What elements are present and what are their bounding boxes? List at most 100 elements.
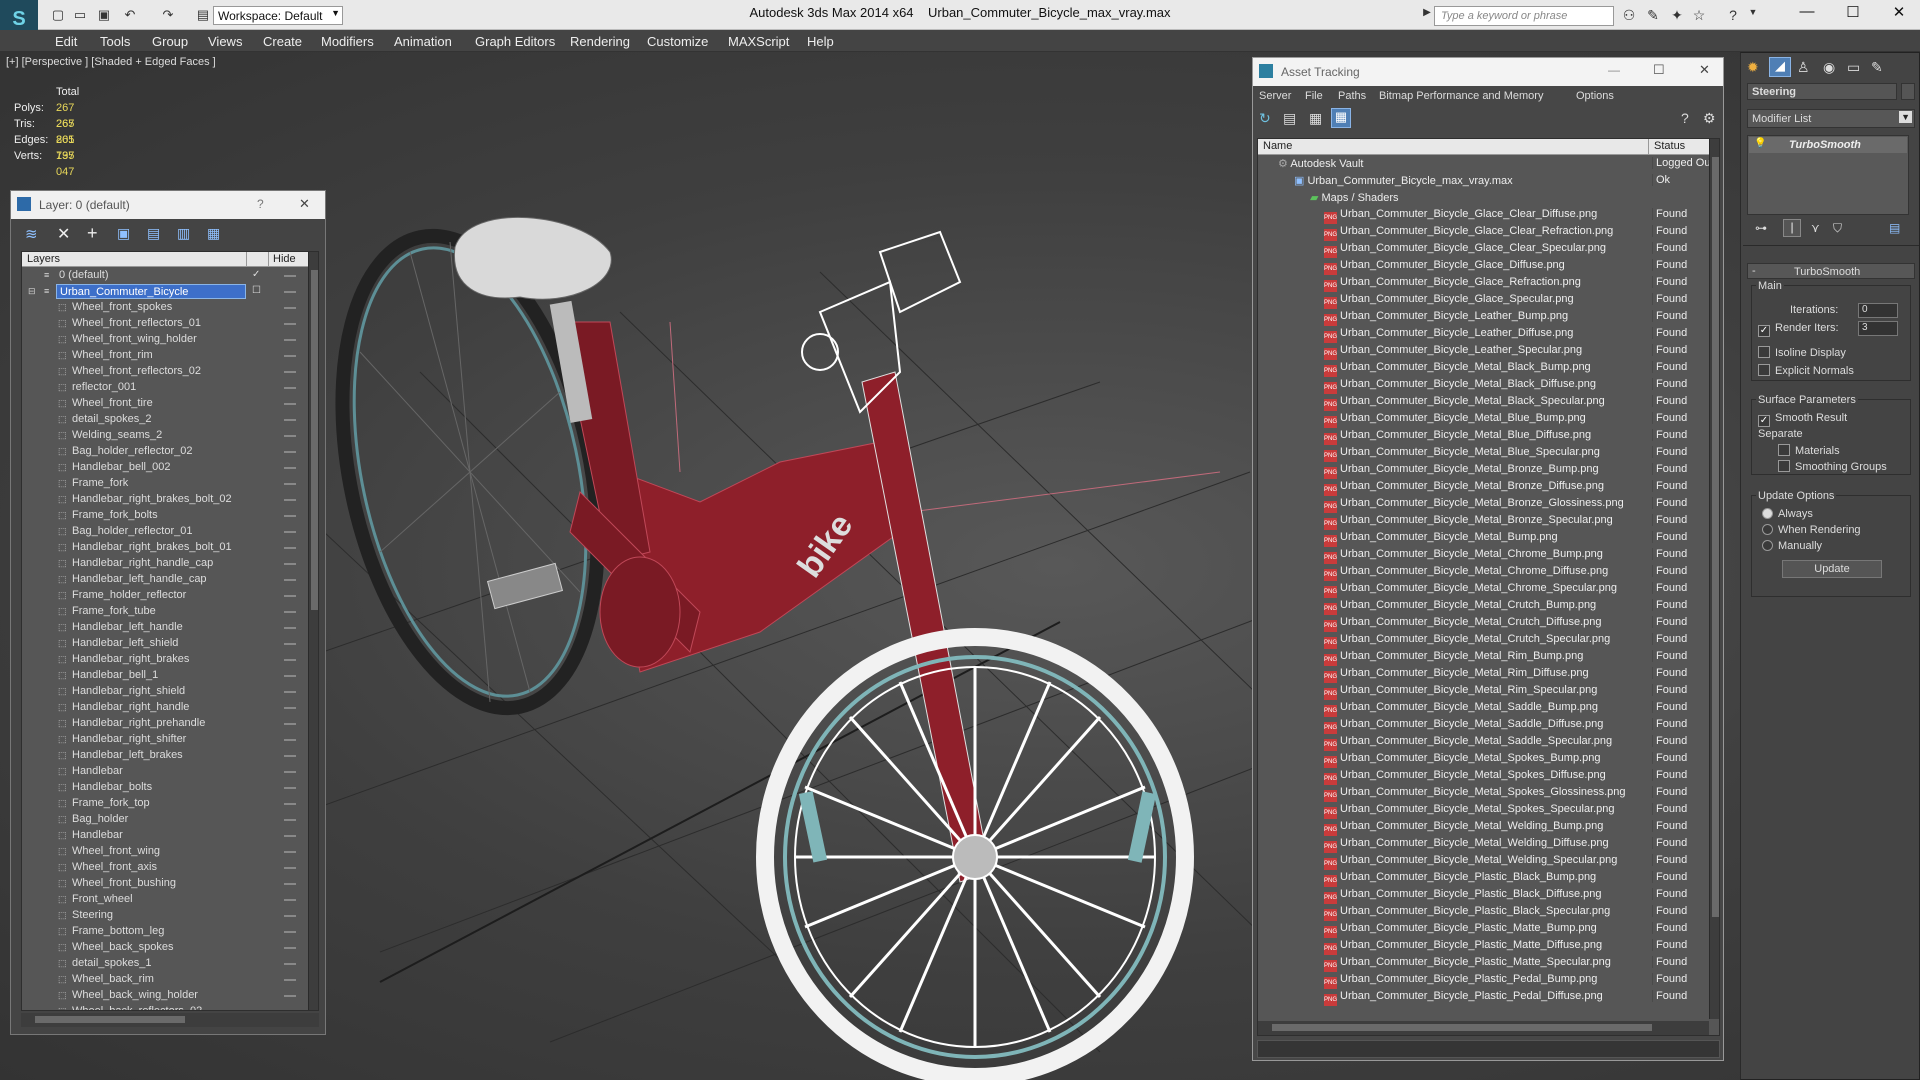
object-name[interactable]: Frame_fork [72, 477, 128, 489]
help-icon[interactable]: ? [257, 197, 264, 211]
hide-toggle[interactable] [284, 595, 296, 597]
hide-toggle[interactable] [284, 643, 296, 645]
close-icon[interactable]: ✕ [1699, 62, 1710, 78]
map-row[interactable]: PNG Urban_Commuter_Bicycle_Metal_Black_Sp… [1258, 394, 1719, 411]
delete-layer-icon[interactable]: ✕ [57, 224, 70, 244]
object-row[interactable]: ⬚ Handlebar_right_brakes_bolt_02 [22, 492, 308, 509]
when-rendering-radio[interactable]: When Rendering [1762, 524, 1861, 536]
hide-toggle[interactable] [284, 995, 296, 997]
modifier-list-dropdown[interactable]: Modifier List ▼ [1747, 109, 1915, 128]
add-to-layer-icon[interactable]: + [87, 223, 98, 244]
project-folder-icon[interactable]: ▤ [195, 7, 211, 23]
highlight-layer-icon[interactable]: ▤ [147, 225, 160, 242]
object-row[interactable]: ⬚ Wheel_front_wing_holder [22, 332, 308, 349]
object-name[interactable]: Wheel_front_reflectors_01 [72, 317, 201, 329]
menu-animation[interactable]: Animation [394, 34, 452, 49]
maximize-icon[interactable]: ☐ [1838, 3, 1868, 21]
column-name[interactable]: Name [1263, 140, 1292, 152]
object-row[interactable]: ⬚ Bag_holder_reflector_02 [22, 444, 308, 461]
map-row[interactable]: PNG Urban_Commuter_Bicycle_Metal_Welding_… [1258, 836, 1719, 853]
layer-vertical-scrollbar[interactable] [308, 252, 318, 1010]
object-name[interactable]: Wheel_front_axis [72, 861, 157, 873]
object-row[interactable]: ⬚ Steering [22, 908, 308, 925]
menu-customize[interactable]: Customize [647, 34, 708, 49]
maximize-icon[interactable]: ☐ [1653, 62, 1665, 78]
object-name[interactable]: Frame_fork_bolts [72, 509, 158, 521]
materials-checkbox[interactable]: Materials [1778, 444, 1840, 457]
hide-toggle[interactable] [284, 435, 296, 437]
column-layers[interactable]: Layers [27, 253, 60, 265]
scene-file-row[interactable]: ▣ Urban_Commuter_Bicycle_max_vray.max Ok [1258, 173, 1719, 190]
map-row[interactable]: PNG Urban_Commuter_Bicycle_Plastic_Black_… [1258, 887, 1719, 904]
hide-toggle[interactable] [284, 467, 296, 469]
map-row[interactable]: PNG Urban_Commuter_Bicycle_Metal_Spokes_D… [1258, 768, 1719, 785]
iterations-spinner[interactable]: 0 [1858, 303, 1898, 318]
object-name[interactable]: Frame_fork_tube [72, 605, 156, 617]
hide-toggle[interactable] [284, 515, 296, 517]
object-row[interactable]: ⬚ Handlebar_left_handle [22, 620, 308, 637]
object-row[interactable]: ⬚ Frame_fork_bolts [22, 508, 308, 525]
map-row[interactable]: PNG Urban_Commuter_Bicycle_Metal_Chrome_B… [1258, 547, 1719, 564]
object-name[interactable]: Handlebar_left_brakes [72, 749, 183, 761]
map-row[interactable]: PNG Urban_Commuter_Bicycle_Metal_Bronze_D… [1258, 479, 1719, 496]
list-view-icon[interactable]: ▤ [1283, 110, 1296, 127]
table-view-icon[interactable]: ▦ [1331, 108, 1351, 128]
hide-toggle[interactable] [284, 419, 296, 421]
menu-edit[interactable]: Edit [55, 34, 77, 49]
hide-toggle[interactable] [284, 323, 296, 325]
object-row[interactable]: ⬚ Handlebar [22, 828, 308, 845]
hide-toggle[interactable] [284, 355, 296, 357]
object-name[interactable]: Handlebar_right_handle_cap [72, 557, 213, 569]
object-name[interactable]: Handlebar_right_handle [72, 701, 189, 713]
object-row[interactable]: ⬚ Wheel_front_reflectors_02 [22, 364, 308, 381]
hide-toggle[interactable] [284, 787, 296, 789]
layer-name[interactable]: 0 (default) [56, 268, 246, 283]
menu-options[interactable]: Options [1576, 90, 1614, 102]
map-row[interactable]: PNG Urban_Commuter_Bicycle_Metal_Rim_Spec… [1258, 683, 1719, 700]
object-name[interactable]: Handlebar_right_prehandle [72, 717, 205, 729]
object-row[interactable]: ⬚ Handlebar_right_prehandle [22, 716, 308, 733]
map-row[interactable]: PNG Urban_Commuter_Bicycle_Metal_Bronze_B… [1258, 462, 1719, 479]
object-name[interactable]: Handlebar_right_shifter [72, 733, 186, 745]
object-name-field[interactable]: Steering [1747, 83, 1897, 100]
minimize-icon[interactable]: — [1792, 3, 1822, 20]
smoothing-groups-checkbox[interactable]: Smoothing Groups [1778, 460, 1887, 473]
hide-toggle[interactable] [284, 483, 296, 485]
minimize-icon[interactable]: — [1608, 63, 1620, 77]
hide-toggle[interactable] [284, 451, 296, 453]
map-row[interactable]: PNG Urban_Commuter_Bicycle_Metal_Chrome_D… [1258, 564, 1719, 581]
refresh-icon[interactable]: ↻ [1259, 110, 1271, 127]
object-row[interactable]: ⬚ Wheel_front_tire [22, 396, 308, 413]
vault-row[interactable]: ⚙ Autodesk Vault Logged Ou [1258, 156, 1719, 173]
map-row[interactable]: PNG Urban_Commuter_Bicycle_Plastic_Pedal_… [1258, 989, 1719, 1006]
object-name[interactable]: Bag_holder_reflector_01 [72, 525, 192, 537]
vault-settings-icon[interactable]: ⚙ [1703, 110, 1716, 127]
object-row[interactable]: ⬚ Handlebar_right_handle [22, 700, 308, 717]
object-row[interactable]: ⬚ Wheel_front_reflectors_01 [22, 316, 308, 333]
object-row[interactable]: ⬚ Wheel_back_spokes [22, 940, 308, 957]
object-row[interactable]: ⬚ Handlebar_bell_1 [22, 668, 308, 685]
menu-help[interactable]: Help [807, 34, 834, 49]
map-row[interactable]: PNG Urban_Commuter_Bicycle_Metal_Rim_Bump… [1258, 649, 1719, 666]
show-end-result-icon[interactable]: | [1783, 219, 1801, 237]
open-file-icon[interactable]: ▭ [72, 7, 88, 23]
object-name[interactable]: Frame_bottom_leg [72, 925, 164, 937]
render-iters-spinner[interactable]: 3 [1858, 321, 1898, 336]
menu-bitmap-performance[interactable]: Bitmap Performance and Memory [1379, 90, 1543, 102]
map-row[interactable]: PNG Urban_Commuter_Bicycle_Metal_Saddle_D… [1258, 717, 1719, 734]
map-row[interactable]: PNG Urban_Commuter_Bicycle_Plastic_Matte_… [1258, 938, 1719, 955]
map-row[interactable]: PNG Urban_Commuter_Bicycle_Metal_Bronze_S… [1258, 513, 1719, 530]
maps-folder-row[interactable]: ▰ Maps / Shaders [1258, 190, 1719, 207]
object-row[interactable]: ⬚ Handlebar_right_brakes_bolt_01 [22, 540, 308, 557]
hide-toggle[interactable] [284, 819, 296, 821]
object-name[interactable]: Handlebar_right_brakes_bolt_01 [72, 541, 232, 553]
object-row[interactable]: ⬚ reflector_001 [22, 380, 308, 397]
current-layer-check-icon[interactable]: ✓ [252, 269, 260, 280]
hide-toggle[interactable] [284, 931, 296, 933]
hide-toggle[interactable] [284, 499, 296, 501]
communication-icon[interactable]: ✦ [1668, 7, 1686, 24]
map-row[interactable]: PNG Urban_Commuter_Bicycle_Metal_Crutch_B… [1258, 598, 1719, 615]
hide-toggle[interactable] [284, 563, 296, 565]
object-name[interactable]: Wheel_front_rim [72, 349, 153, 361]
object-row[interactable]: ⬚ Handlebar_right_shield [22, 684, 308, 701]
